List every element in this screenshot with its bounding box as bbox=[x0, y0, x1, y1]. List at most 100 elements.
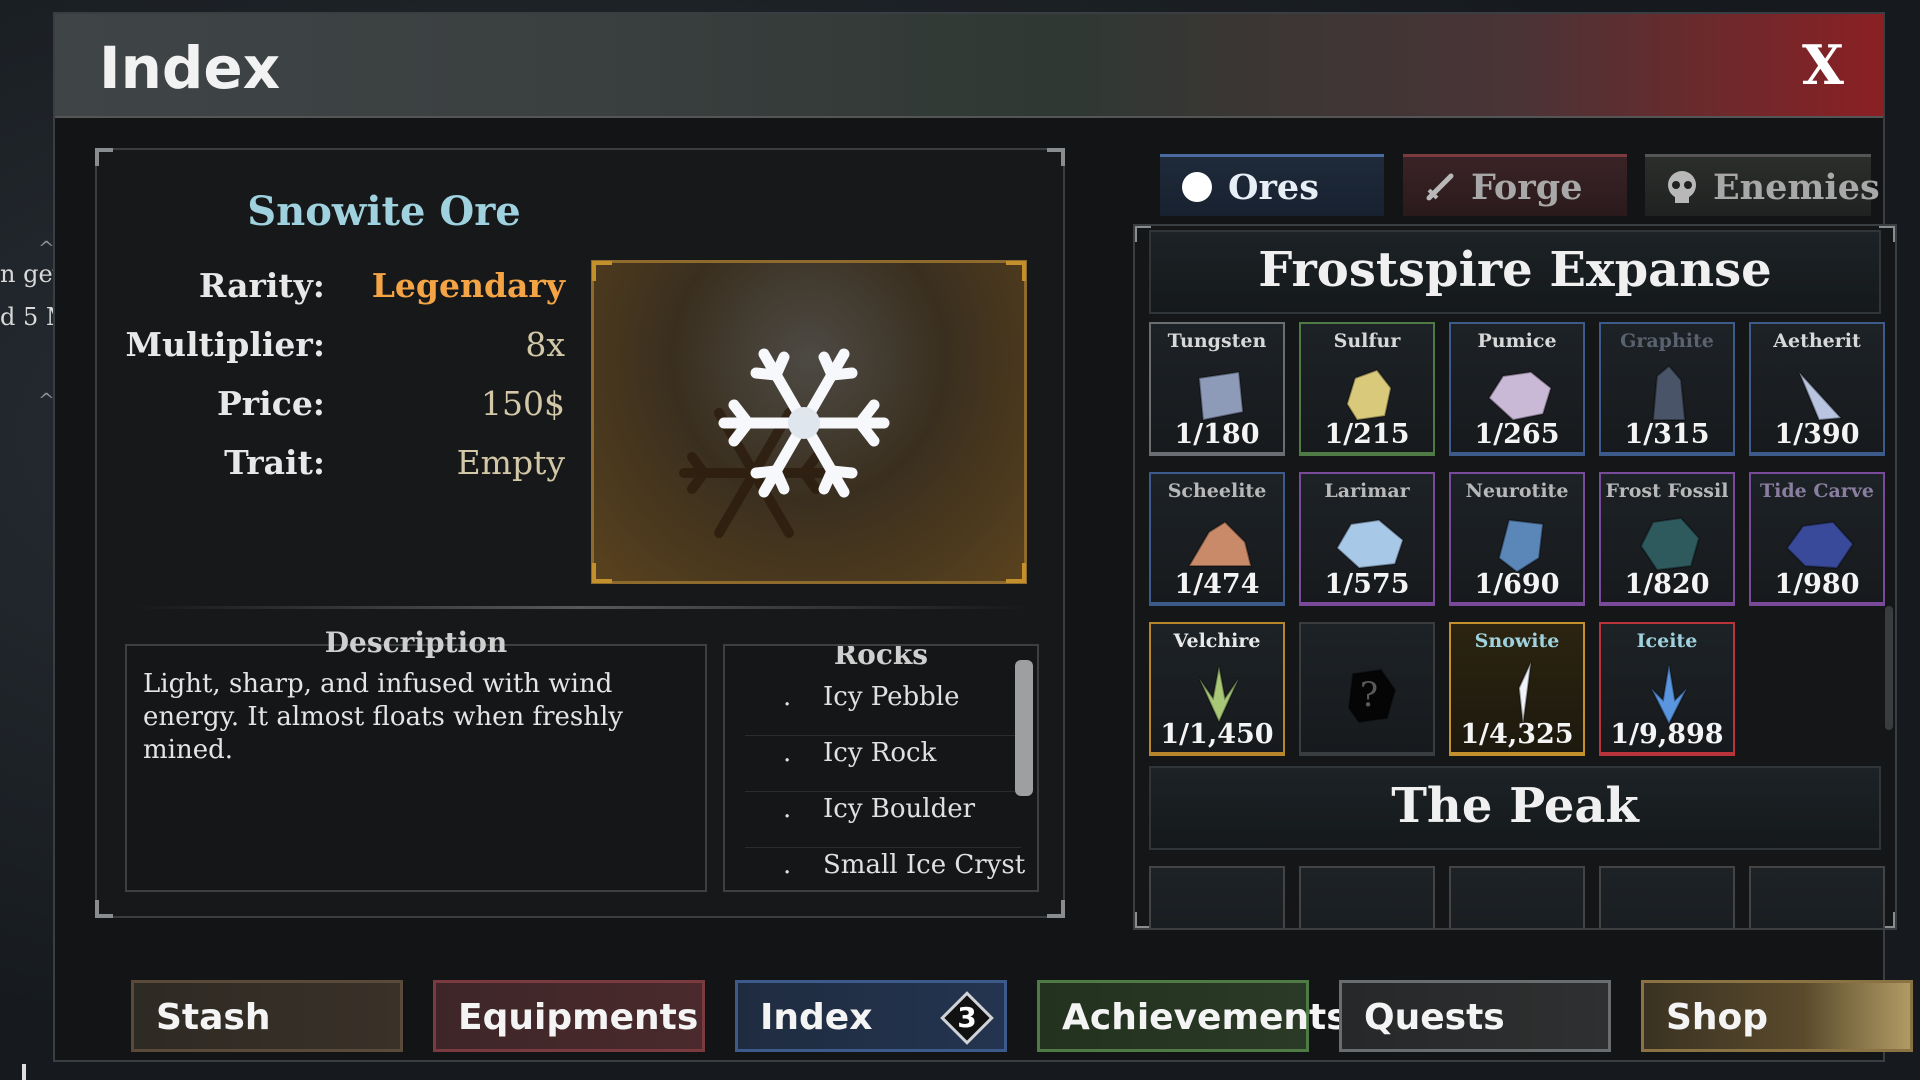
ore-card-hidden[interactable] bbox=[1749, 866, 1885, 928]
bullet: . bbox=[783, 682, 792, 712]
ore-card-velchire[interactable]: Velchire 1/1,450 bbox=[1149, 622, 1285, 756]
region-title: Frostspire Expanse bbox=[1258, 242, 1772, 298]
divider bbox=[22, 1064, 26, 1080]
ore-drop-rate: 1/1,450 bbox=[1160, 719, 1274, 750]
ore-card-hidden[interactable] bbox=[1149, 866, 1285, 928]
ore-gem-icon bbox=[1197, 370, 1245, 422]
ore-gem-icon bbox=[1798, 371, 1844, 422]
ore-card-hidden[interactable] bbox=[1299, 866, 1435, 928]
region-header: The Peak bbox=[1149, 766, 1881, 850]
ore-gem-icon bbox=[1487, 370, 1553, 422]
ore-card-scheelite[interactable]: Scheelite 1/474 bbox=[1149, 472, 1285, 606]
ore-drop-rate: 1/390 bbox=[1774, 419, 1860, 450]
ore-card-graphite[interactable]: Graphite 1/315 bbox=[1599, 322, 1735, 456]
ore-drop-rate: 1/690 bbox=[1474, 569, 1560, 600]
ore-name: Neurotite bbox=[1465, 480, 1569, 502]
ores-scrollbar[interactable] bbox=[1885, 606, 1893, 730]
price-value: 150$ bbox=[481, 384, 565, 423]
ore-gem-icon bbox=[1785, 520, 1855, 570]
bullet: . bbox=[783, 850, 792, 880]
notification-count: 3 bbox=[957, 1001, 977, 1034]
tab-label: Ores bbox=[1228, 167, 1319, 208]
nav-quests-button[interactable]: Quests bbox=[1339, 980, 1611, 1052]
ore-gem-icon bbox=[1639, 516, 1701, 572]
ore-card-aetherit[interactable]: Aetherit 1/390 bbox=[1749, 322, 1885, 456]
nav-stash-button[interactable]: Stash bbox=[131, 980, 403, 1052]
ore-card-pumice[interactable]: Pumice 1/265 bbox=[1449, 322, 1585, 456]
window-title: Index bbox=[99, 34, 281, 102]
close-button[interactable]: X bbox=[1793, 34, 1853, 96]
ore-card-snowite[interactable]: Snowite 1/4,325 bbox=[1449, 622, 1585, 756]
ore-name: Snowite bbox=[1474, 630, 1560, 652]
ore-drop-rate: 1/820 bbox=[1624, 569, 1710, 600]
rocks-list[interactable]: Rocks . Icy Pebble . Icy Rock . Icy Boul… bbox=[723, 644, 1039, 892]
frame-corner bbox=[1879, 226, 1895, 242]
list-item: . Icy Pebble bbox=[745, 682, 1021, 736]
ore-gem-icon bbox=[1497, 518, 1545, 574]
nav-shop-button[interactable]: Shop bbox=[1641, 980, 1913, 1052]
ore-card-frost-fossil[interactable]: Frost Fossil 1/820 bbox=[1599, 472, 1735, 606]
description-text: Light, sharp, and infused with wind ener… bbox=[143, 669, 623, 765]
multiplier-label: Multiplier: bbox=[125, 325, 325, 364]
ore-gem-icon bbox=[1187, 520, 1253, 567]
rocks-title: Rocks bbox=[833, 644, 929, 671]
bullet: . bbox=[783, 794, 792, 824]
ore-gem-icon bbox=[1198, 665, 1240, 725]
tab-enemies[interactable]: Enemies bbox=[1645, 154, 1880, 216]
ore-drop-rate: 1/315 bbox=[1624, 419, 1710, 450]
nav-achievements-button[interactable]: Achievements bbox=[1037, 980, 1348, 1052]
ore-title: Snowite Ore bbox=[247, 188, 521, 235]
ore-gem-icon bbox=[1517, 661, 1532, 725]
price-label: Price: bbox=[216, 384, 325, 423]
ore-card-unknown[interactable]: ? bbox=[1299, 622, 1435, 756]
ore-name: Iceite bbox=[1636, 630, 1698, 652]
skull-icon bbox=[1668, 171, 1696, 203]
ore-name: Graphite bbox=[1620, 330, 1714, 352]
rocks-scrollbar[interactable] bbox=[1015, 660, 1033, 796]
nav-equipments-button[interactable]: Equipments bbox=[433, 980, 705, 1052]
tab-label: Enemies bbox=[1713, 167, 1880, 208]
ore-drop-rate: 1/4,325 bbox=[1460, 719, 1574, 750]
trait-label: Trait: bbox=[224, 443, 325, 482]
ore-card-sulfur[interactable]: Sulfur 1/215 bbox=[1299, 322, 1435, 456]
frame-corner bbox=[1047, 900, 1065, 918]
ore-drop-rate: 1/980 bbox=[1774, 569, 1860, 600]
ore-card-neurotite[interactable]: Neurotite 1/690 bbox=[1449, 472, 1585, 606]
ore-name: Sulfur bbox=[1333, 330, 1401, 352]
ore-card-larimar[interactable]: Larimar 1/575 bbox=[1299, 472, 1435, 606]
ore-gem-icon bbox=[1335, 518, 1405, 570]
frame-corner bbox=[95, 900, 113, 918]
rarity-label: Rarity: bbox=[198, 266, 325, 305]
frame-corner bbox=[95, 148, 113, 166]
ore-name: Aetherit bbox=[1773, 330, 1861, 352]
ore-drop-rate: 1/265 bbox=[1474, 419, 1560, 450]
description-title: Description bbox=[324, 626, 508, 659]
tab-ores[interactable]: Ores bbox=[1160, 154, 1384, 216]
ore-card-hidden[interactable] bbox=[1599, 866, 1735, 928]
rock-name: Icy Boulder bbox=[823, 794, 976, 824]
ore-drop-rate: 1/180 bbox=[1174, 419, 1260, 450]
region-title: The Peak bbox=[1391, 778, 1639, 834]
tab-forge[interactable]: Forge bbox=[1403, 154, 1627, 216]
ore-name: Scheelite bbox=[1167, 480, 1267, 502]
ore-name: Velchire bbox=[1173, 630, 1261, 652]
region-header: Frostspire Expanse bbox=[1149, 230, 1881, 314]
rarity-value: Legendary bbox=[371, 266, 565, 305]
title-bar: Index X bbox=[55, 14, 1883, 118]
ore-detail-panel: Snowite Ore Rarity: Legendary Multiplier… bbox=[95, 148, 1065, 918]
ore-card-tungsten[interactable]: Tungsten 1/180 bbox=[1149, 322, 1285, 456]
ores-grid-panel[interactable]: Frostspire Expanse The Peak Tungsten 1/18… bbox=[1133, 224, 1897, 930]
ore-card-iceite[interactable]: Iceite 1/9,898 bbox=[1599, 622, 1735, 756]
ore-card-tide-carve[interactable]: Tide Carve 1/980 bbox=[1749, 472, 1885, 606]
ore-name: Tide Carve bbox=[1760, 480, 1874, 502]
list-item: . Icy Boulder bbox=[745, 794, 1021, 848]
ore-preview bbox=[591, 260, 1027, 584]
description-box: Description Light, sharp, and infused wi… bbox=[125, 626, 707, 892]
nav-label: Index bbox=[760, 997, 873, 1038]
ore-drop-rate: 1/474 bbox=[1174, 569, 1260, 600]
list-item: . Small Ice Cryst bbox=[745, 850, 1025, 890]
section-divider bbox=[131, 606, 1031, 609]
ore-card-hidden[interactable] bbox=[1449, 866, 1585, 928]
nav-index-button[interactable]: Index 3 bbox=[735, 980, 1007, 1052]
ore-drop-rate: 1/575 bbox=[1324, 569, 1410, 600]
